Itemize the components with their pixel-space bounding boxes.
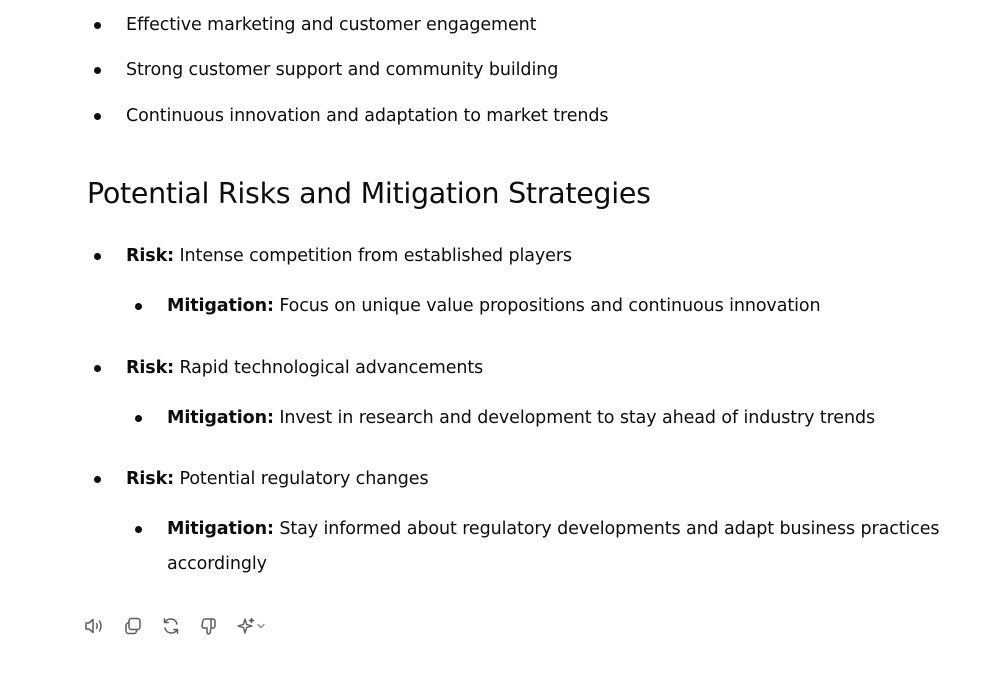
bullet-dot [94, 253, 101, 260]
read-aloud-button[interactable] [82, 613, 108, 639]
risk-label: Risk: [126, 358, 175, 378]
copy-icon [125, 617, 141, 635]
risk-text: Risk: Potential regulatory changes [126, 462, 429, 497]
regenerate-icon [163, 618, 179, 634]
mitigation-text: Mitigation: Focus on unique value propos… [167, 289, 821, 324]
mitigation-label: Mitigation: [167, 408, 274, 428]
mitigation-description: Invest in research and development to st… [279, 408, 875, 428]
sparkle-icon [237, 617, 255, 634]
risk-text: Risk: Rapid technological advancements [126, 351, 483, 386]
list-item-text: Effective marketing and customer engagem… [126, 15, 537, 35]
bullet-dot [135, 415, 142, 422]
message-actions [82, 613, 280, 639]
bullet-dot [135, 526, 142, 533]
mitigation-description: Stay informed about regulatory developme… [167, 519, 940, 574]
risk-description: Potential regulatory changes [179, 469, 429, 489]
bullet-dot [135, 303, 142, 310]
thumbs-down-icon [201, 618, 216, 635]
bullet-dot [94, 365, 101, 372]
bullet-dot [94, 22, 101, 29]
copy-button[interactable] [120, 613, 146, 639]
regenerate-button[interactable] [158, 613, 184, 639]
risk-description: Rapid technological advancements [179, 358, 484, 378]
risk-text: Risk: Intense competition from establish… [126, 239, 572, 274]
mitigation-text: Mitigation: Invest in research and devel… [167, 401, 875, 436]
bullet-dot [94, 476, 101, 483]
risk-label: Risk: [126, 246, 175, 266]
bullet-dot [94, 67, 101, 74]
mitigation-label: Mitigation: [167, 519, 274, 539]
mitigation-label: Mitigation: [167, 296, 274, 316]
section-heading: Potential Risks and Mitigation Strategie… [87, 177, 651, 210]
mitigation-description: Focus on unique value propositions and c… [279, 296, 821, 316]
mitigation-text: Mitigation: Stay informed about regulato… [167, 512, 967, 582]
risk-description: Intense competition from established pla… [179, 246, 573, 266]
list-item-text: Continuous innovation and adaptation to … [126, 106, 609, 126]
chevron-down-icon [257, 623, 265, 629]
model-switch-button[interactable] [234, 613, 268, 639]
speaker-icon [85, 618, 102, 634]
bullet-dot [94, 113, 101, 120]
list-item-text: Strong customer support and community bu… [126, 60, 559, 80]
risk-label: Risk: [126, 469, 175, 489]
bad-response-button[interactable] [196, 613, 222, 639]
